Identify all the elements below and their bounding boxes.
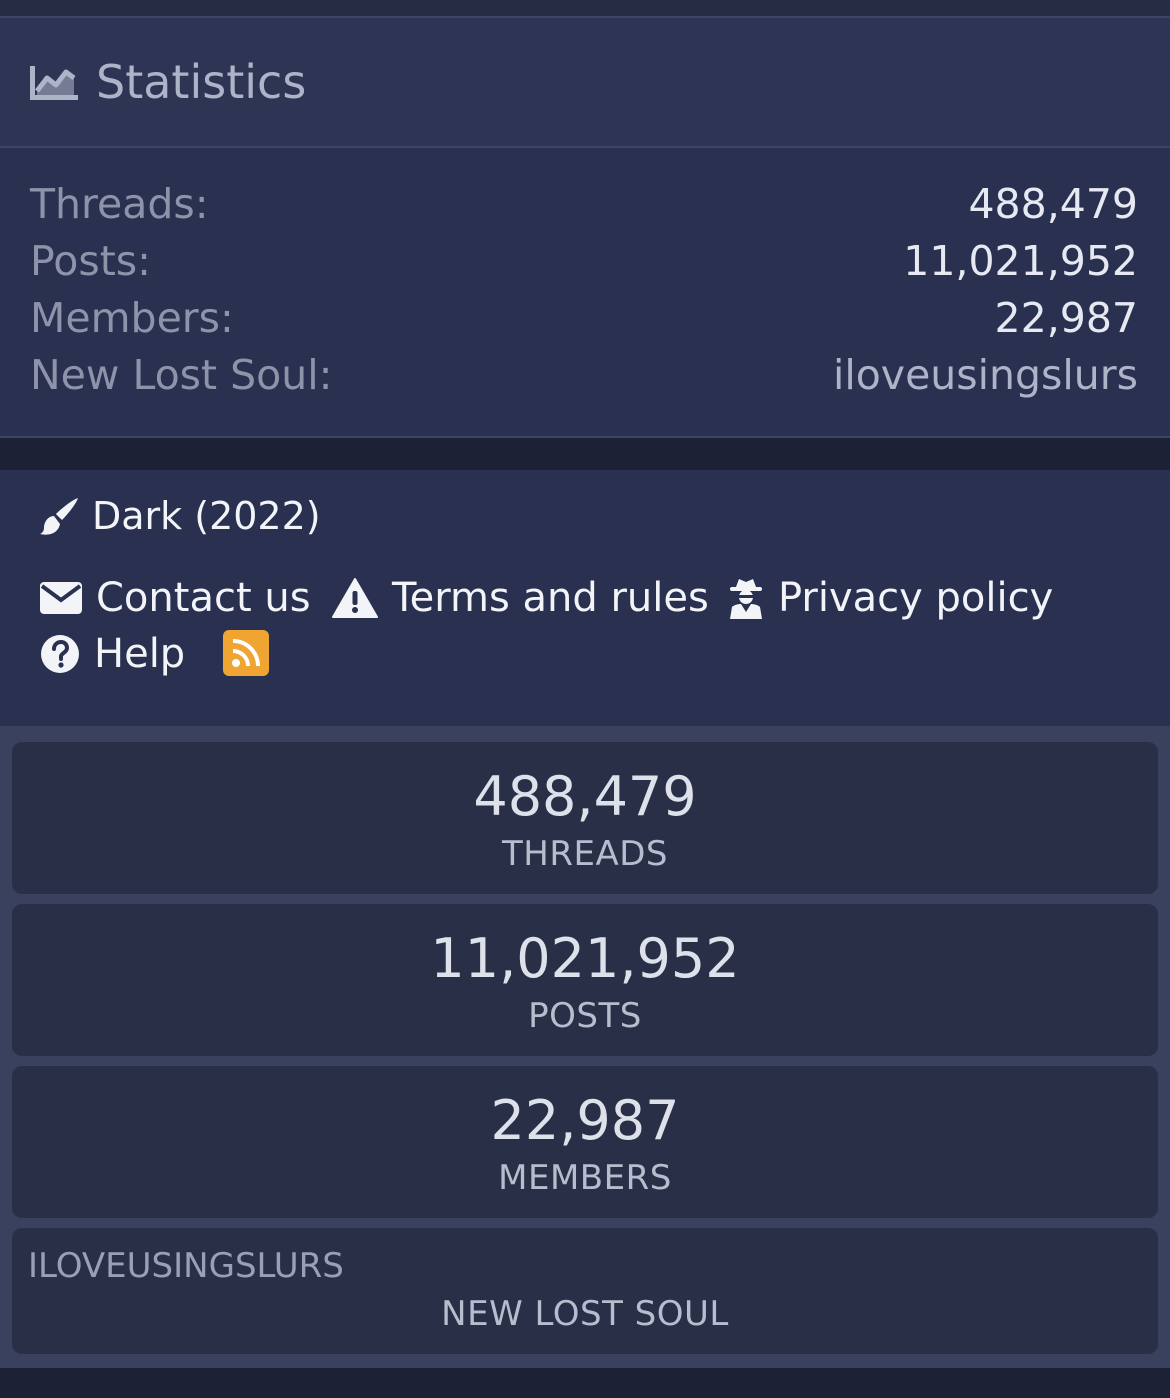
statistics-title: Statistics (96, 55, 307, 109)
statistics-panel: Statistics Threads: 488,479 Posts: 11,02… (0, 18, 1170, 438)
stat-label: Posts: (30, 237, 151, 285)
question-circle-icon (41, 635, 79, 673)
stat-card-value: 11,021,952 (430, 927, 740, 990)
rss-feed-button[interactable] (223, 630, 269, 676)
help-link[interactable]: Help (40, 626, 185, 682)
stat-label: Members: (30, 294, 234, 342)
stat-value: 488,479 (968, 180, 1138, 228)
stat-card-value: 22,987 (490, 1089, 680, 1152)
stat-value: 11,021,952 (903, 237, 1138, 285)
terms-and-rules-link[interactable]: Terms and rules (332, 570, 709, 626)
stat-card-value: 488,479 (473, 765, 697, 828)
stat-value: 22,987 (994, 294, 1138, 342)
stat-card-label: THREADS (502, 834, 668, 874)
stat-row-threads: Threads: 488,479 (30, 176, 1138, 232)
contact-us-label: Contact us (96, 575, 311, 621)
statistics-header: Statistics (0, 18, 1170, 148)
stat-card-label: MEMBERS (498, 1158, 672, 1198)
privacy-policy-link[interactable]: Privacy policy (728, 570, 1053, 626)
stat-row-members: Members: 22,987 (30, 290, 1138, 346)
stat-card-posts: 11,021,952 POSTS (12, 904, 1158, 1056)
stat-row-posts: Posts: 11,021,952 (30, 233, 1138, 289)
top-strip (0, 0, 1170, 18)
stat-card-label: NEW LOST SOUL (441, 1294, 729, 1334)
user-secret-icon (730, 579, 762, 619)
contact-us-link[interactable]: Contact us (40, 570, 311, 626)
help-label: Help (94, 631, 186, 677)
warning-icon (332, 578, 378, 618)
stat-card-new-member: ILOVEUSINGSLURS NEW LOST SOUL (12, 1228, 1158, 1354)
chart-area-icon (30, 66, 78, 100)
stat-card-label: POSTS (528, 996, 642, 1036)
footer: Dark (2022) Contact us Terms and rules P… (0, 470, 1170, 726)
stat-card-threads: 488,479 THREADS (12, 742, 1158, 894)
paint-brush-icon (40, 498, 78, 535)
privacy-policy-label: Privacy policy (778, 575, 1054, 621)
section-separator (0, 438, 1170, 470)
statistics-list: Threads: 488,479 Posts: 11,021,952 Membe… (0, 148, 1170, 438)
stats-cards: 488,479 THREADS 11,021,952 POSTS 22,987 … (0, 726, 1170, 1368)
bottom-band (0, 1368, 1170, 1398)
style-chooser-link[interactable]: Dark (2022) (40, 488, 321, 544)
stat-card-members: 22,987 MEMBERS (12, 1066, 1158, 1218)
terms-and-rules-label: Terms and rules (392, 575, 709, 621)
new-member-link[interactable]: iloveusingslurs (833, 347, 1138, 403)
stat-row-new-member: New Lost Soul: iloveusingslurs (30, 347, 1138, 403)
stat-label: New Lost Soul: (30, 351, 333, 399)
rss-icon (232, 639, 260, 667)
style-chooser-label: Dark (2022) (92, 494, 321, 538)
new-member-username[interactable]: ILOVEUSINGSLURS (28, 1244, 344, 1288)
envelope-icon (40, 582, 82, 614)
stat-label: Threads: (30, 180, 209, 228)
